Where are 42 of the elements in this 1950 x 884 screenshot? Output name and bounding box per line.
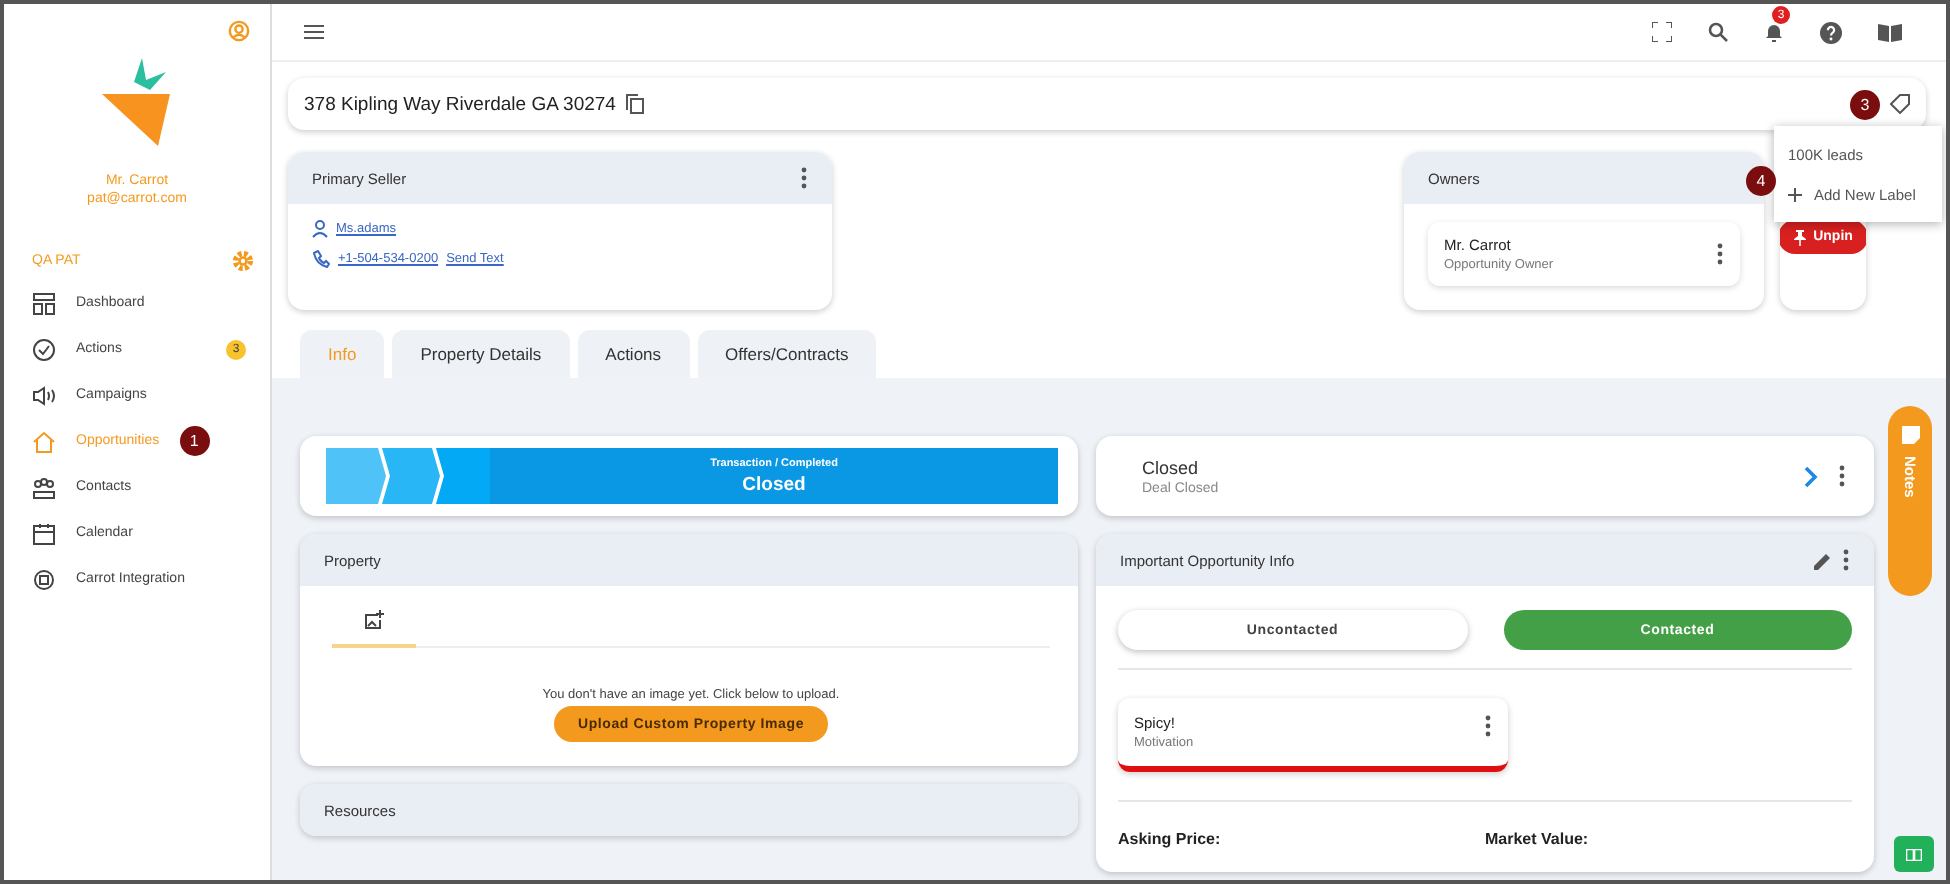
address-text: 378 Kipling Way Riverdale GA 30274	[304, 93, 616, 115]
add-image-icon	[364, 610, 384, 630]
person-icon	[312, 220, 328, 238]
calendar-icon	[32, 521, 56, 545]
plus-icon	[1788, 187, 1802, 201]
more-icon[interactable]	[1484, 714, 1492, 738]
step-callout: 3	[1850, 89, 1880, 119]
tab[interactable]: Actions	[577, 330, 690, 378]
tab[interactable]: Offers/Contracts	[697, 330, 877, 378]
book-button[interactable]	[1894, 836, 1934, 872]
more-icon[interactable]	[1842, 548, 1850, 572]
image-tab[interactable]	[332, 610, 416, 648]
dashboard-icon	[32, 291, 56, 315]
more-icon[interactable]	[800, 166, 808, 190]
check-circle-icon	[32, 337, 56, 361]
home-icon	[32, 429, 56, 453]
pencil-icon[interactable]	[1814, 551, 1832, 569]
field-label: Market Value:	[1485, 830, 1591, 848]
status-title: Closed	[1142, 457, 1201, 477]
open-book-icon	[1906, 845, 1922, 863]
pin-icon	[1793, 229, 1806, 245]
tab[interactable]: Property Details	[392, 330, 570, 378]
tag-icon[interactable]	[1890, 94, 1910, 114]
bell-icon[interactable]	[1764, 22, 1784, 42]
note-icon	[1901, 426, 1919, 444]
step-callout: 1	[179, 426, 210, 456]
more-icon[interactable]	[1838, 464, 1846, 488]
book-icon[interactable]	[1878, 22, 1902, 42]
copy-icon[interactable]	[625, 94, 644, 114]
more-icon[interactable]	[1716, 242, 1724, 266]
step-callout: 4	[1746, 166, 1776, 196]
people-icon	[32, 475, 56, 499]
stage-label: Closed	[742, 473, 806, 495]
help-icon[interactable]	[1820, 21, 1842, 43]
menu-icon[interactable]	[304, 24, 324, 40]
speaker-icon	[32, 383, 56, 407]
field-label: Asking Price:	[1118, 830, 1223, 848]
phone-icon	[312, 250, 330, 268]
expand-icon[interactable]	[1652, 22, 1672, 42]
search-icon[interactable]	[1708, 22, 1728, 42]
chevron-right-icon[interactable]	[1804, 465, 1818, 487]
chip-icon	[32, 567, 56, 591]
